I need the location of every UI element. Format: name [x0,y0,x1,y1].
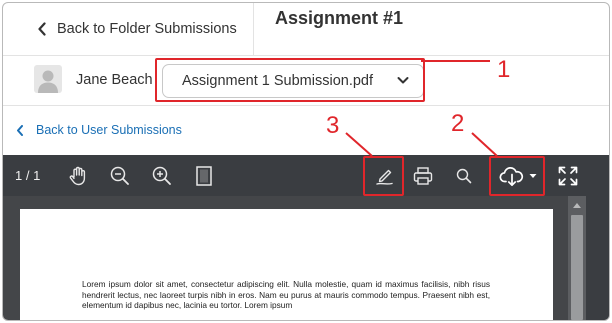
document-viewer: Lorem ipsum dolor sit amet, consectetur … [3,196,609,320]
submission-file-dropdown[interactable]: Assignment 1 Submission.pdf [162,64,424,98]
callout-number-3: 3 [326,112,340,139]
page-title: Assignment #1 [275,8,404,28]
user-placeholder-icon [38,70,58,93]
fullscreen-icon [558,166,578,186]
pdf-page-text: Lorem ipsum dolor sit amet, consectetur … [82,279,490,311]
student-name: Jane Beach [76,72,153,88]
fit-page-icon [196,166,212,186]
annotate-button[interactable] [370,161,400,191]
vertical-scrollbar[interactable] [568,196,586,320]
zoom-in-icon [152,166,171,185]
annotate-pen-icon [376,169,393,185]
back-to-folder-submissions-link[interactable]: Back to Folder Submissions [3,3,254,55]
print-button[interactable] [408,161,438,191]
scroll-up-arrow-icon[interactable] [572,201,582,209]
zoom-out-button[interactable] [105,161,135,191]
chevron-left-icon [38,22,46,36]
avatar [34,65,62,93]
print-icon [413,167,433,185]
hand-pan-icon [69,166,86,186]
zoom-in-button[interactable] [147,161,177,191]
chevron-down-icon [397,77,409,84]
callout-number-2: 2 [451,110,465,137]
scrollbar-thumb[interactable] [571,215,583,320]
viewer-toolbar: 1 / 1 [3,155,609,196]
chevron-left-icon [17,124,23,136]
search-button[interactable] [449,161,479,191]
back-to-user-submissions-label: Back to User Submissions [36,123,182,137]
fullscreen-button[interactable] [553,161,583,191]
selected-file-label: Assignment 1 Submission.pdf [182,73,374,89]
viewer-gutter [586,196,609,320]
zoom-out-icon [110,166,129,185]
pan-tool-button[interactable] [63,161,93,191]
download-cloud-icon [499,167,523,187]
caret-down-icon [529,174,536,178]
page-count: 1 / 1 [15,168,41,183]
back-to-folder-label: Back to Folder Submissions [57,21,237,37]
fit-page-button[interactable] [189,161,219,191]
app-window: Back to Folder Submissions Assignment #1… [2,2,610,321]
callout-number-1: 1 [497,56,511,83]
header: Back to Folder Submissions Assignment #1 [3,3,609,56]
search-icon [456,168,472,184]
back-to-user-submissions-link[interactable]: Back to User Submissions [16,123,182,137]
download-menu-button[interactable] [493,161,543,191]
pdf-page: Lorem ipsum dolor sit amet, consectetur … [20,209,553,320]
student-row: Jane Beach Assignment 1 Submission.pdf [3,55,609,106]
